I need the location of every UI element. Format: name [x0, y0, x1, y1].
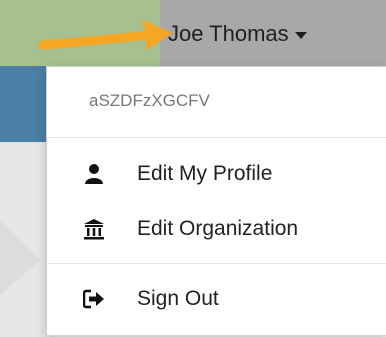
edit-organization-label: Edit Organization	[137, 217, 299, 240]
user-menu-toggle[interactable]: Joe Thomas	[168, 14, 307, 54]
account-id: aSZDFzXGCFV	[89, 91, 210, 110]
edit-organization-menu-item[interactable]: Edit Organization	[47, 209, 386, 249]
sign-out-menu-item[interactable]: Sign Out	[47, 279, 386, 319]
caret-down-icon	[294, 31, 307, 39]
edit-profile-menu-item[interactable]: Edit My Profile	[47, 154, 386, 194]
sign-out-label: Sign Out	[137, 287, 219, 310]
background-shape	[0, 220, 40, 295]
user-dropdown-menu: aSZDFzXGCFV Edit My Profile Edit Organiz…	[46, 66, 386, 336]
topbar-left	[0, 0, 160, 66]
sign-out-icon	[83, 288, 105, 310]
menu-divider	[47, 263, 386, 264]
edit-profile-label: Edit My Profile	[137, 162, 273, 185]
user-name: Joe Thomas	[168, 21, 289, 46]
user-icon	[83, 163, 105, 185]
menu-divider	[47, 137, 386, 138]
bank-icon	[83, 218, 105, 240]
